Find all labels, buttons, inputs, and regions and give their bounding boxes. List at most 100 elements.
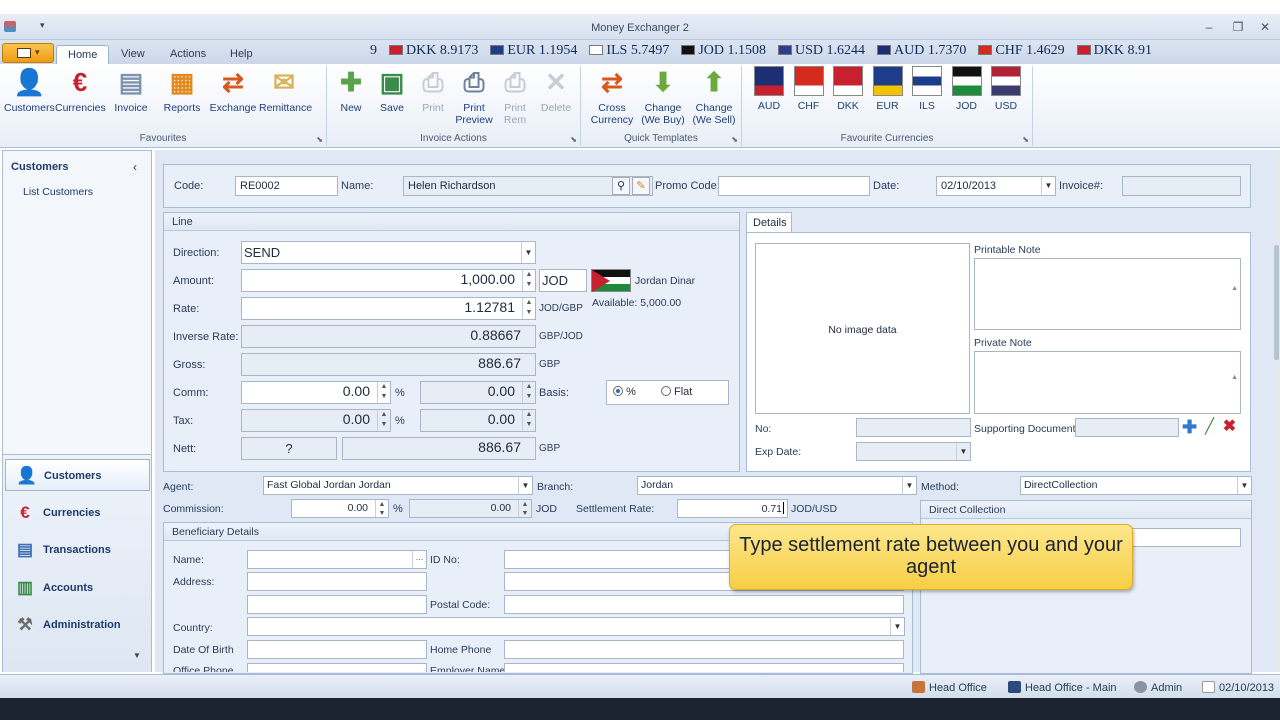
commission-amount-spinner[interactable]: ▲ ▼ (518, 500, 531, 517)
more-options-icon[interactable]: … (412, 551, 426, 568)
add-document-icon[interactable]: ✚ (1180, 418, 1199, 437)
expiry-date-select[interactable]: ▼ (856, 442, 971, 461)
nav-item-currencies[interactable]: € Currencies (5, 497, 150, 529)
qt-cross-currency-button[interactable]: ⇄ Cross Currency (587, 66, 637, 126)
date-of-birth-input[interactable] (247, 640, 427, 659)
collapse-pane-icon[interactable]: ‹ (133, 160, 137, 174)
application-menu-button[interactable]: ▾ (2, 43, 54, 63)
comm-spinner[interactable]: ▲ ▼ (377, 382, 390, 403)
country-select[interactable]: ▼ (247, 617, 905, 636)
private-note-textarea[interactable]: ▲▼ (974, 351, 1241, 414)
branch-select[interactable]: Jordan ▼ (637, 476, 917, 495)
group-dialog-launcher-icon[interactable]: ⬊ (316, 135, 323, 144)
chevron-down-icon[interactable]: ▼ (1237, 477, 1251, 494)
code-input[interactable]: RE0002 (235, 176, 338, 196)
promo-code-input[interactable] (718, 176, 870, 196)
edit-document-icon[interactable]: ╱ (1200, 418, 1219, 437)
group-dialog-launcher-icon[interactable]: ⬊ (731, 135, 738, 144)
nav-item-transactions[interactable]: ▤ Transactions (5, 534, 150, 566)
home-phone-input[interactable] (504, 640, 904, 659)
amount-spinner[interactable]: ▲ ▼ (522, 270, 535, 291)
close-icon[interactable]: ✕ (1256, 20, 1274, 34)
date-picker[interactable]: 02/10/2013 ▼ (936, 176, 1056, 196)
nav-item-customers[interactable]: 👤 Customers (5, 459, 150, 491)
comm-amount-input[interactable]: 0.00 ▲ ▼ (420, 381, 536, 404)
commission-amount-input[interactable]: 0.00 ▲ ▼ (409, 499, 532, 518)
supporting-document-input[interactable] (1075, 418, 1179, 437)
edit-customer-icon[interactable]: ✎ (632, 177, 650, 195)
qt-change-we-buy-button[interactable]: ⬇ Change (We Buy) (638, 66, 688, 126)
fav-customers-button[interactable]: 👤 Customers (4, 66, 55, 114)
comm-amount-spinner[interactable]: ▲ ▼ (522, 382, 535, 403)
agent-select[interactable]: Fast Global Jordan Jordan ▼ (263, 476, 533, 495)
basis-flat-radio[interactable]: Flat (660, 386, 692, 398)
address-line3-input[interactable] (247, 595, 427, 614)
search-customer-icon[interactable]: ⚲ (612, 177, 630, 195)
currency-dkk-button[interactable]: DKK (829, 66, 867, 112)
nav-item-accounts[interactable]: ▥ Accounts (5, 572, 150, 604)
fav-remittance-button[interactable]: ✉ Remittance (259, 66, 312, 114)
office-phone-input[interactable] (247, 663, 427, 672)
method-select[interactable]: DirectCollection ▼ (1020, 476, 1252, 495)
inv-print-preview-button[interactable]: ⎙ Print Preview (454, 66, 494, 126)
chevron-down-icon[interactable]: ▼ (518, 477, 532, 494)
restore-icon[interactable]: ❐ (1229, 20, 1247, 34)
employer-name-input[interactable] (504, 663, 904, 672)
fav-exchange-button[interactable]: ⇄ Exchange (208, 66, 258, 114)
nav-more-icon[interactable]: ▼ (133, 651, 141, 660)
tax-spinner[interactable]: ▲ ▼ (377, 410, 390, 431)
currency-input[interactable]: JOD (539, 269, 587, 292)
chevron-down-icon[interactable]: ▼ (902, 477, 916, 494)
currency-aud-button[interactable]: AUD (750, 66, 788, 112)
commission-spinner[interactable]: ▲ ▼ (375, 500, 388, 517)
tax-input[interactable]: 0.00 ▲ ▼ (241, 409, 391, 432)
currency-jod-button[interactable]: JOD (948, 66, 986, 112)
rate-spinner[interactable]: ▲ ▼ (522, 298, 535, 319)
chevron-down-icon[interactable]: ▼ (521, 242, 535, 263)
inv-new-button[interactable]: ✚ New (331, 66, 371, 114)
minimize-icon[interactable]: – (1200, 20, 1218, 34)
amount-input[interactable]: 1,000.00 ▲ ▼ (241, 269, 536, 292)
postal-code-input[interactable] (504, 595, 904, 614)
fav-currencies-button[interactable]: € Currencies (55, 66, 106, 114)
currency-ils-button[interactable]: ILS (908, 66, 946, 112)
details-tab[interactable]: Details (746, 212, 792, 232)
group-dialog-launcher-icon[interactable]: ⬊ (570, 135, 577, 144)
scrollbar[interactable]: ▲▼ (1231, 263, 1238, 329)
tab-actions[interactable]: Actions (159, 45, 217, 65)
currency-usd-button[interactable]: USD (987, 66, 1025, 112)
document-number-input[interactable] (856, 418, 971, 437)
tax-amount-input[interactable]: 0.00 ▲ ▼ (420, 409, 536, 432)
beneficiary-name-input[interactable]: … (247, 550, 427, 569)
inv-print-button[interactable]: ⎙ Print (413, 66, 453, 114)
commission-input[interactable]: 0.00 ▲ ▼ (291, 499, 389, 518)
chevron-down-icon[interactable]: ▼ (1041, 177, 1055, 195)
chevron-down-icon[interactable]: ▼ (890, 618, 904, 635)
tab-view[interactable]: View (110, 45, 156, 65)
address-line1-input[interactable] (247, 572, 427, 591)
inv-print-rem-button[interactable]: ⎙ Print Rem (495, 66, 535, 126)
basis-percent-radio[interactable]: % (613, 386, 636, 398)
content-scrollbar[interactable] (1273, 150, 1280, 672)
rate-input[interactable]: 1.12781 ▲ ▼ (241, 297, 536, 320)
comm-input[interactable]: 0.00 ▲ ▼ (241, 381, 391, 404)
delete-document-icon[interactable]: ✖ (1220, 418, 1239, 437)
direction-select[interactable]: SEND ▼ (241, 241, 536, 264)
inv-delete-button[interactable]: ✕ Delete (536, 66, 576, 114)
tax-amount-spinner[interactable]: ▲ ▼ (522, 410, 535, 431)
group-dialog-launcher-icon[interactable]: ⬊ (1022, 135, 1029, 144)
chevron-down-icon[interactable]: ▼ (956, 443, 970, 460)
tab-home[interactable]: Home (56, 45, 110, 65)
tab-help[interactable]: Help (219, 45, 264, 65)
nav-item-administration[interactable]: ⚒ Administration (5, 609, 150, 641)
nett-adjust-button[interactable]: ? (241, 437, 337, 460)
scrollbar-thumb[interactable] (1274, 245, 1279, 360)
currency-eur-button[interactable]: EUR (869, 66, 907, 112)
list-customers-link[interactable]: List Customers (23, 186, 93, 198)
printable-note-textarea[interactable]: ▲▼ (974, 258, 1241, 330)
fav-reports-button[interactable]: ▦ Reports (157, 66, 207, 114)
scrollbar[interactable]: ▲▼ (1231, 356, 1238, 413)
qt-change-we-sell-button[interactable]: ⬆ Change (We Sell) (689, 66, 739, 126)
currency-chf-button[interactable]: CHF (790, 66, 828, 112)
fav-invoice-button[interactable]: ▤ Invoice (106, 66, 156, 114)
